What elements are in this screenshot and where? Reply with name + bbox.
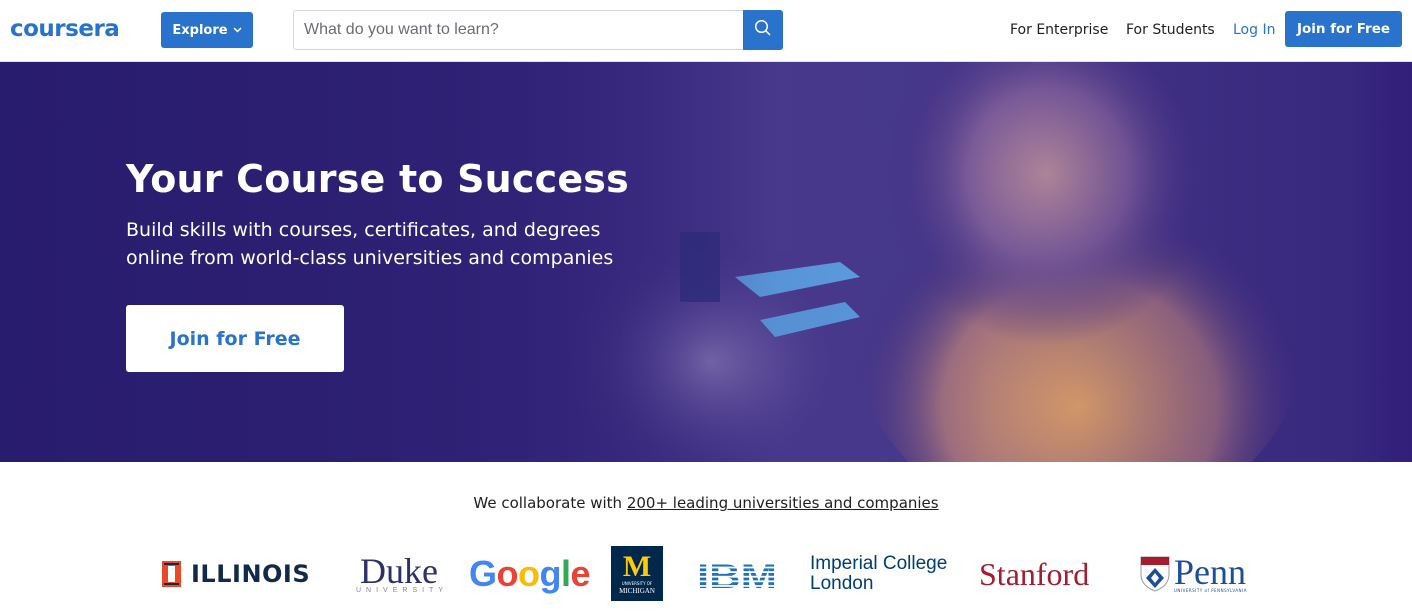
penn-wordmark: Penn	[1174, 551, 1246, 592]
partners-link[interactable]: 200+ leading universities and companies	[627, 494, 939, 512]
duke-logo[interactable]: Duke UNIVERSITY	[350, 546, 448, 602]
ibm-logo[interactable]: IBM	[697, 546, 777, 602]
hero-banner: Your Course to Success Build skills with…	[0, 62, 1412, 462]
stanford-logo[interactable]: Stanford	[979, 546, 1089, 602]
collaboration-text: We collaborate with 200+ leading univers…	[0, 492, 1412, 514]
google-letter: o	[518, 553, 540, 594]
illinois-wordmark: ILLINOIS	[191, 560, 311, 588]
google-letter: G	[469, 553, 497, 594]
search-button[interactable]	[743, 10, 783, 50]
coursera-logo[interactable]: coursera	[10, 15, 120, 43]
hero-subtitle: Build skills with courses, certificates,…	[126, 219, 614, 269]
michigan-subtitle-2: MICHIGAN	[619, 586, 655, 595]
join-for-free-header-button[interactable]: Join for Free	[1285, 11, 1402, 47]
duke-wordmark: Duke	[360, 550, 438, 591]
search-bar	[293, 10, 783, 50]
penn-subtitle: UNIVERSITY of PENNSYLVANIA	[1174, 587, 1247, 593]
search-icon	[754, 19, 772, 41]
top-nav: coursera Explore For Enterprise For Stud…	[0, 0, 1412, 62]
michigan-block-m: M	[622, 549, 652, 583]
for-enterprise-link[interactable]: For Enterprise	[1010, 20, 1108, 40]
svg-text:IBM: IBM	[697, 559, 777, 589]
google-letter: l	[561, 553, 571, 594]
log-in-link[interactable]: Log In	[1233, 20, 1275, 40]
join-for-free-hero-button[interactable]: Join for Free	[126, 305, 344, 372]
duke-subtitle: UNIVERSITY	[356, 586, 449, 594]
illinois-logo[interactable]: ILLINOIS	[162, 546, 310, 602]
google-letter: g	[539, 553, 562, 594]
search-input[interactable]	[293, 10, 744, 50]
google-logo[interactable]: Google	[469, 546, 591, 602]
michigan-logo[interactable]: M UNIVERSITY OF MICHIGAN	[611, 546, 663, 601]
illinois-block-i-icon	[162, 561, 181, 587]
penn-wordmark-wrap: Penn UNIVERSITY of PENNSYLVANIA	[1174, 551, 1247, 593]
for-students-link[interactable]: For Students	[1126, 20, 1215, 40]
google-letter: e	[570, 553, 591, 594]
imperial-line-1: Imperial College	[810, 553, 948, 574]
google-letter: o	[496, 553, 519, 594]
ibm-striped-logo-icon: IBM	[697, 559, 777, 589]
explore-button[interactable]: Explore	[161, 12, 253, 48]
penn-logo[interactable]: Penn UNIVERSITY of PENNSYLVANIA	[1140, 546, 1247, 602]
chevron-down-icon	[233, 26, 242, 36]
collaboration-intro: We collaborate with	[473, 494, 627, 512]
hero-title: Your Course to Success	[126, 157, 629, 201]
penn-shield-icon	[1140, 556, 1170, 592]
explore-label: Explore	[172, 22, 228, 38]
imperial-line-2: London	[810, 573, 874, 594]
imperial-college-logo[interactable]: Imperial College London	[810, 546, 947, 602]
